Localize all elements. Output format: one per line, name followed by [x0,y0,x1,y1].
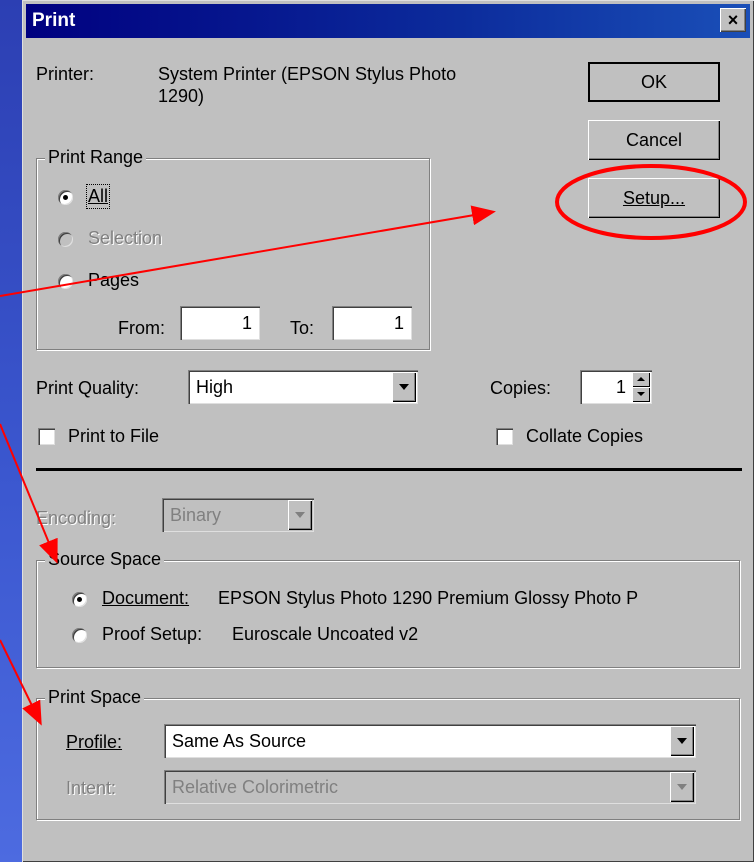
to-label: To: [290,318,315,338]
profile-label: Profile: [66,732,123,752]
print-dialog: Print × Printer: System Printer (EPSON S… [22,0,754,862]
collate-copies-checkbox[interactable] [496,428,513,445]
printer-label: Printer: [36,64,95,84]
radio-pages-label: Pages [88,270,140,290]
intent-value: Relative Colorimetric [172,777,339,797]
setup-button-label: Setup... [622,188,686,208]
encoding-label: Encoding: [36,508,117,528]
chevron-down-icon[interactable] [288,500,312,530]
cancel-button[interactable]: Cancel [588,120,720,160]
print-to-file-label: Print to File [68,426,160,446]
title-bar[interactable]: Print × [26,4,750,38]
chevron-down-icon[interactable] [670,726,694,756]
to-value: 1 [393,313,404,333]
copies-label: Copies: [490,378,552,398]
spin-up-icon[interactable] [632,372,650,387]
print-space-title: Print Space [45,687,145,708]
window-title: Print [32,10,76,31]
print-to-file-checkbox[interactable] [38,428,55,445]
radio-all[interactable] [58,190,73,205]
printer-name-line2: 1290) [158,86,205,106]
radio-selection[interactable] [58,232,73,247]
to-field[interactable]: 1 [332,306,412,340]
document-label: Document: [102,588,189,609]
source-space-group: Source Space [36,549,740,668]
print-quality-select[interactable]: High [188,370,418,404]
copies-spinner[interactable] [632,372,650,402]
from-label: From: [118,318,165,338]
print-quality-label: Print Quality: [36,378,140,398]
setup-button[interactable]: Setup... [588,178,720,218]
printer-name-line1: System Printer (EPSON Stylus Photo [158,64,457,84]
radio-selection-label: Selection [88,228,163,248]
cancel-button-label: Cancel [625,130,683,150]
profile-value: Same As Source [172,731,307,751]
from-field[interactable]: 1 [180,306,260,340]
copies-value: 1 [615,377,626,397]
encoding-value: Binary [170,505,222,525]
proof-setup-value: Euroscale Uncoated v2 [232,624,419,644]
radio-proof-setup[interactable] [72,628,87,643]
collate-copies-label: Collate Copies [526,426,644,446]
close-icon[interactable]: × [720,8,746,32]
radio-all-label: All [85,184,111,209]
radio-pages[interactable] [58,274,73,289]
chevron-down-icon[interactable] [392,372,416,402]
ok-button[interactable]: OK [588,62,720,102]
print-range-title: Print Range [45,147,147,168]
from-value: 1 [241,313,252,333]
intent-select[interactable]: Relative Colorimetric [164,770,696,804]
encoding-select[interactable]: Binary [162,498,314,532]
intent-label: Intent: [66,778,117,798]
divider [36,468,742,471]
print-quality-value: High [196,377,234,397]
spin-down-icon[interactable] [632,387,650,402]
document-label-text: Document: [102,588,190,608]
source-space-title: Source Space [45,549,165,570]
chevron-down-icon[interactable] [670,772,694,802]
copies-stepper[interactable]: 1 [580,370,652,404]
proof-setup-label: Proof Setup: [102,624,203,644]
profile-select[interactable]: Same As Source [164,724,696,758]
radio-document[interactable] [72,592,87,607]
document-value: EPSON Stylus Photo 1290 Premium Glossy P… [218,588,639,608]
